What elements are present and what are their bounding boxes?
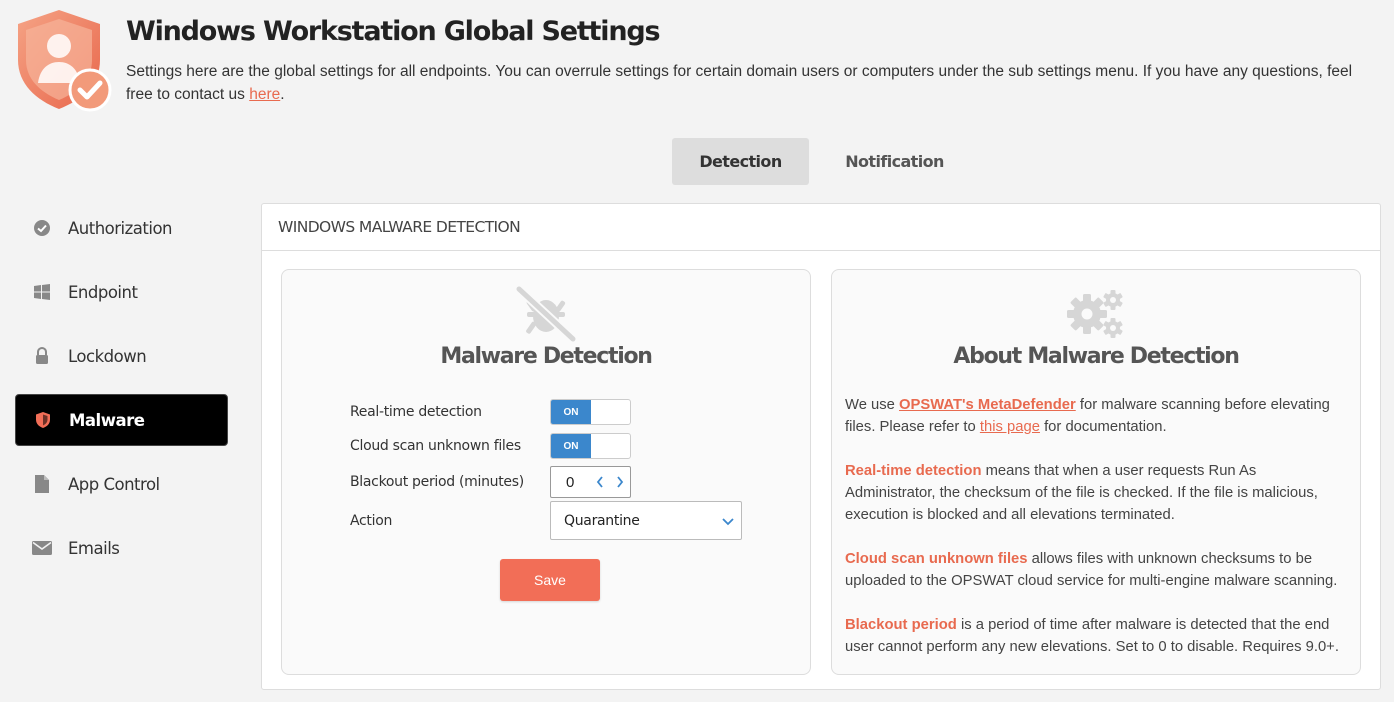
action-row: Action Quarantine — [350, 501, 742, 540]
highlight-term: Blackout period — [845, 617, 957, 633]
page-title: Windows Workstation Global Settings — [126, 16, 661, 47]
sidebar-item-label: Emails — [68, 538, 120, 558]
realtime-detection-toggle[interactable]: ON — [550, 399, 631, 425]
sidebar-item-lockdown[interactable]: Lockdown — [15, 330, 228, 382]
gears-icon — [1063, 286, 1129, 342]
about-paragraph: Cloud scan unknown files allows files wi… — [845, 548, 1345, 592]
about-paragraph: Real-time detection means that when a us… — [845, 460, 1345, 526]
blackout-period-row: Blackout period (minutes) 0 — [350, 466, 631, 498]
check-circle-icon — [32, 218, 52, 238]
sidebar-item-label: Endpoint — [68, 282, 138, 302]
bug-slash-icon — [513, 285, 579, 343]
logo-shield-icon — [16, 8, 114, 112]
about-paragraph: We use OPSWAT's MetaDefender for malware… — [845, 394, 1345, 438]
malware-detection-card: Malware Detection Real-time detection ON… — [281, 269, 811, 675]
documentation-link[interactable]: this page — [980, 419, 1040, 435]
chevron-left-icon[interactable] — [593, 473, 607, 491]
sidebar-item-label: App Control — [68, 474, 160, 494]
blackout-period-label: Blackout period (minutes) — [350, 474, 524, 490]
metadefender-link[interactable]: OPSWAT's MetaDefender — [899, 397, 1076, 413]
contact-link[interactable]: here — [249, 86, 280, 103]
sidebar-item-label: Authorization — [68, 218, 173, 238]
sidebar-item-endpoint[interactable]: Endpoint — [15, 266, 228, 318]
tab-detection[interactable]: Detection — [672, 138, 809, 185]
envelope-icon — [32, 538, 52, 558]
cloud-scan-row: Cloud scan unknown files ON — [350, 432, 631, 460]
action-label: Action — [350, 512, 393, 529]
blackout-period-stepper[interactable]: 0 — [550, 466, 631, 498]
panel-header: WINDOWS MALWARE DETECTION — [262, 204, 1380, 251]
page-description: Settings here are the global settings fo… — [126, 60, 1376, 106]
highlight-term: Real-time detection — [845, 463, 982, 479]
save-button[interactable]: Save — [500, 559, 600, 601]
cloud-scan-toggle[interactable]: ON — [550, 433, 631, 459]
realtime-detection-label: Real-time detection — [350, 404, 482, 420]
description-period: . — [280, 86, 285, 103]
sidebar-item-authorization[interactable]: Authorization — [15, 202, 228, 254]
realtime-detection-row: Real-time detection ON — [350, 398, 631, 426]
about-malware-detection-card: About Malware Detection We use OPSWAT's … — [831, 269, 1361, 675]
lock-icon — [32, 346, 52, 366]
text: We use — [845, 397, 900, 413]
card-title: Malware Detection — [440, 344, 653, 369]
blackout-period-value: 0 — [566, 473, 575, 491]
chevron-right-icon[interactable] — [613, 473, 627, 491]
windows-icon — [32, 282, 52, 302]
malware-detection-panel: WINDOWS MALWARE DETECTION Malware Detect… — [261, 203, 1381, 690]
shield-icon — [33, 410, 53, 430]
chevron-down-icon — [721, 514, 735, 528]
card-title: About Malware Detection — [953, 344, 1240, 369]
about-paragraph: Blackout period is a period of time afte… — [845, 614, 1345, 658]
text: for documentation. — [1039, 419, 1167, 435]
action-select[interactable]: Quarantine — [550, 501, 742, 540]
file-icon — [32, 474, 52, 494]
toggle-on-label: ON — [551, 434, 591, 458]
sidebar-item-app-control[interactable]: App Control — [15, 458, 228, 510]
sidebar-item-emails[interactable]: Emails — [15, 522, 228, 574]
sidebar-item-malware[interactable]: Malware — [15, 394, 228, 446]
action-select-value: Quarantine — [564, 512, 640, 529]
sidebar-item-label: Lockdown — [68, 346, 147, 366]
tab-notification[interactable]: Notification — [826, 138, 963, 185]
cloud-scan-label: Cloud scan unknown files — [350, 438, 521, 454]
highlight-term: Cloud scan unknown files — [845, 551, 1028, 567]
sidebar-item-label: Malware — [69, 410, 145, 430]
description-text: Settings here are the global settings fo… — [126, 63, 1353, 103]
toggle-on-label: ON — [551, 400, 591, 424]
about-text: We use OPSWAT's MetaDefender for malware… — [845, 394, 1345, 680]
